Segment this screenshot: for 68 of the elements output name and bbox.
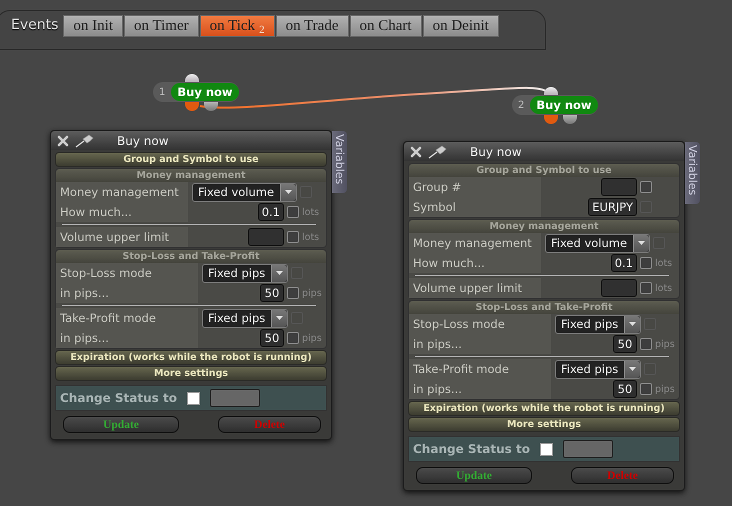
field-label: Group # [409,177,541,197]
update-button[interactable]: Update [63,416,179,433]
event-tab[interactable]: on Deinit [422,15,499,37]
input-field[interactable]: 50 [260,329,284,347]
input-field[interactable]: 50 [613,380,637,398]
variables-tab[interactable]: Variables [685,142,700,204]
update-button[interactable]: Update [416,467,532,484]
field-label: Volume upper limit [56,227,188,247]
field-label: How much... [56,202,188,222]
node-number: 1 [159,86,166,98]
field-label: Stop-Loss mode [409,314,551,334]
section-header[interactable]: Stop-Loss and Take-Profit [409,301,679,314]
unit-label: lots [302,206,320,218]
panel-title: Buy now [470,144,522,158]
input-field[interactable]: 50 [260,284,284,302]
field-label: in pips... [56,283,198,303]
event-tab[interactable]: on Chart [350,15,422,37]
unit-label: lots [655,282,674,294]
dropdown[interactable]: Fixed volume [545,234,650,252]
input-field[interactable]: 0.1 [258,203,284,221]
field-label: Volume upper limit [409,278,541,298]
section-header[interactable]: Expiration (works while the robot is running) [55,350,327,365]
unit-label: lots [655,258,674,268]
dropdown[interactable]: Fixed pips [555,360,642,378]
field-label: Take-Profit mode [56,308,198,328]
dropdown[interactable]: Fixed pips [555,314,642,334]
section-header[interactable]: Money management [56,169,326,182]
section-header[interactable]: Expiration (works while the robot is running) [408,401,680,416]
node-label[interactable]: Buy now [530,96,598,114]
input-field[interactable]: EURJPY [588,198,637,216]
dropdown[interactable]: Fixed volume [192,182,298,202]
field-label: How much... [409,253,541,273]
node-label[interactable]: Buy now [171,83,239,101]
field-label: Stop-Loss mode [56,263,198,283]
input-field[interactable]: 50 [613,335,637,353]
flow-node[interactable]: 1 Buy now [153,82,239,102]
event-tab[interactable]: on Tick 2 [200,15,275,37]
node-number: 2 [518,100,524,110]
event-tab[interactable]: on Trade [276,15,348,37]
dropdown[interactable]: Fixed pips [202,264,288,282]
flow-node[interactable]: 2 Buy now [512,95,598,115]
field-label: Money management [409,233,541,253]
unit-label: pips [655,338,676,350]
unit-label: pips [302,332,323,344]
field-label: in pips... [56,328,198,348]
section-header[interactable]: More settings [408,417,680,432]
variables-tab[interactable]: Variables [332,131,347,193]
unit-label: lots [302,232,320,242]
section-header[interactable]: Money management [409,220,679,233]
dropdown[interactable]: Fixed pips [202,308,288,328]
panel-title: Buy now [117,134,169,148]
field-label: in pips... [409,379,551,399]
status-label: Change Status to [60,391,177,405]
events-label: Events [11,17,58,33]
section-header[interactable]: Group and Symbol to use [55,152,327,167]
field-label: Symbol [409,197,541,217]
unit-label: pips [302,288,323,298]
field-label: Take-Profit mode [409,359,551,379]
event-tab[interactable]: on Timer [124,15,199,37]
section-header[interactable]: More settings [55,366,327,381]
input-field[interactable]: 0.1 [610,254,637,272]
event-tab[interactable]: on Init [63,15,123,37]
unit-label: pips [655,384,676,394]
field-label: in pips... [409,334,551,354]
field-label: Money management [56,182,188,202]
status-label: Change Status to [413,442,530,456]
section-header[interactable]: Group and Symbol to use [409,164,679,177]
section-header[interactable]: Stop-Loss and Take-Profit [56,250,326,263]
